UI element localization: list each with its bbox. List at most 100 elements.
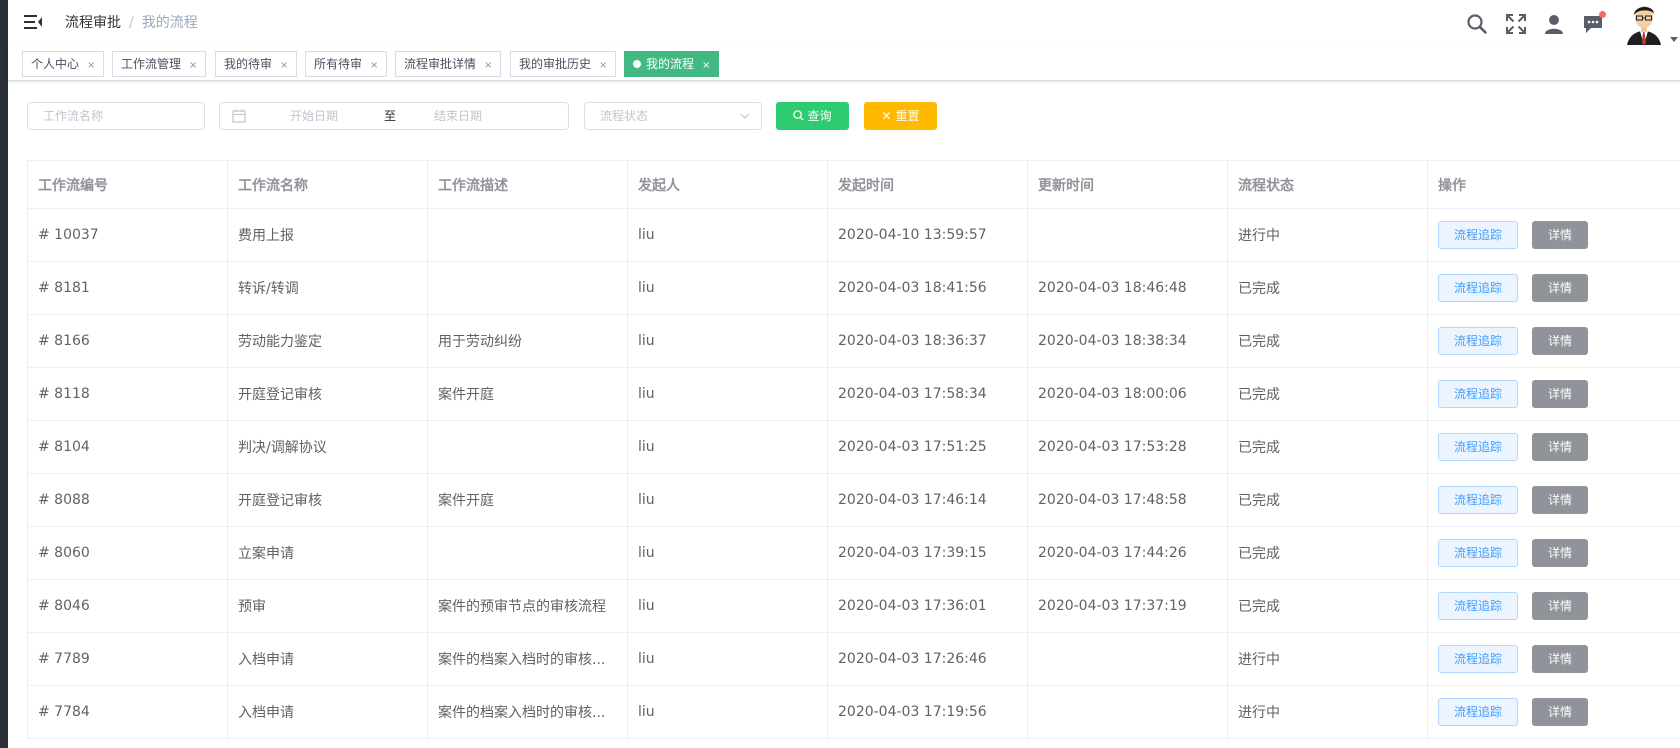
cell-id: # 8046 (27, 579, 228, 633)
cell-status: 已完成 (1227, 579, 1428, 633)
cell-name: 立案申请 (227, 526, 428, 580)
trace-button[interactable]: 流程追踪 (1438, 698, 1518, 726)
cell-status: 进行中 (1227, 208, 1428, 262)
query-button[interactable]: 查询 (776, 102, 849, 130)
tag-workflow-management[interactable]: 工作流管理 × (112, 51, 207, 78)
cell-name: 开庭登记审核 (227, 473, 428, 527)
fullscreen-icon[interactable] (1505, 13, 1527, 35)
avatar[interactable] (1623, 1, 1665, 45)
trace-button[interactable]: 流程追踪 (1438, 274, 1518, 302)
cell-status: 已完成 (1227, 420, 1428, 474)
table-row: # 7789 入档申请 案件的档案入档时的审核... liu 2020-04-03 17… (27, 632, 1680, 686)
close-icon[interactable]: × (370, 54, 378, 78)
trace-button[interactable]: 流程追踪 (1438, 592, 1518, 620)
trace-button[interactable]: 流程追踪 (1438, 645, 1518, 673)
cell-id: # 10037 (27, 208, 228, 262)
detail-button[interactable]: 详情 (1532, 327, 1588, 355)
breadcrumb-item-approval[interactable]: 流程审批 (65, 15, 121, 31)
cell-update-time: 2020-04-03 17:53:28 (1027, 420, 1228, 474)
detail-button[interactable]: 详情 (1532, 433, 1588, 461)
cell-description (427, 261, 628, 315)
user-icon[interactable] (1543, 13, 1565, 35)
close-icon[interactable]: × (599, 54, 607, 78)
chevron-down-icon[interactable] (1670, 28, 1678, 42)
trace-button[interactable]: 流程追踪 (1438, 327, 1518, 355)
column-header-initiator[interactable]: 发起人 (627, 160, 828, 209)
detail-button[interactable]: 详情 (1532, 380, 1588, 408)
cell-update-time: 2020-04-03 17:37:19 (1027, 579, 1228, 633)
cell-status: 已完成 (1227, 261, 1428, 315)
tag-my-pending[interactable]: 我的待审 × (215, 51, 298, 78)
search-icon[interactable] (1466, 13, 1488, 35)
column-header-start-time[interactable]: 发起时间 (827, 160, 1028, 209)
cell-description: 案件开庭 (427, 473, 628, 527)
tag-personal-center[interactable]: 个人中心 × (22, 51, 105, 78)
table-header-row: 工作流编号 工作流名称 工作流描述 发起人 发起时间 更新时间 流程状态 操作 (27, 160, 1680, 209)
detail-button[interactable]: 详情 (1532, 274, 1588, 302)
table-row: # 8104 判决/调解协议 liu 2020-04-03 17:51:25 2020-… (27, 420, 1680, 474)
detail-button[interactable]: 详情 (1532, 221, 1588, 249)
trace-button[interactable]: 流程追踪 (1438, 486, 1518, 514)
chevron-down-icon (739, 103, 751, 129)
cell-initiator: liu (627, 314, 828, 368)
close-icon[interactable]: × (280, 54, 288, 78)
cell-update-time: 2020-04-03 18:00:06 (1027, 367, 1228, 421)
cell-start-time: 2020-04-03 17:51:25 (827, 420, 1028, 474)
column-header-actions: 操作 (1427, 160, 1680, 209)
reset-button-label: 重置 (895, 109, 920, 123)
cell-start-time: 2020-04-03 17:19:56 (827, 685, 1028, 739)
cell-initiator: liu (627, 208, 828, 262)
cell-initiator: liu (627, 473, 828, 527)
close-icon[interactable]: × (484, 54, 492, 78)
column-header-update-time[interactable]: 更新时间 (1027, 160, 1228, 209)
cell-status: 进行中 (1227, 685, 1428, 739)
cell-start-time: 2020-04-03 17:39:15 (827, 526, 1028, 580)
detail-button[interactable]: 详情 (1532, 539, 1588, 567)
main-container: 流程审批 / 我的流程 个人中心 × 工作流管理 × 我的待审 × 所有待审 ×… (8, 0, 1680, 748)
close-icon[interactable]: × (87, 54, 95, 78)
reset-button[interactable]: ✕ 重置 (864, 102, 937, 130)
detail-button[interactable]: 详情 (1532, 645, 1588, 673)
detail-button[interactable]: 详情 (1532, 592, 1588, 620)
cell-start-time: 2020-04-03 17:46:14 (827, 473, 1028, 527)
close-icon[interactable]: × (702, 54, 710, 78)
tag-label: 流程审批详情 (404, 57, 477, 71)
cell-id: # 8166 (27, 314, 228, 368)
tag-approval-detail[interactable]: 流程审批详情 × (395, 51, 502, 78)
cell-description (427, 420, 628, 474)
workflow-name-input[interactable]: 工作流名称 (27, 102, 205, 130)
hamburger-icon[interactable] (23, 12, 43, 32)
tags-view: 个人中心 × 工作流管理 × 我的待审 × 所有待审 × 流程审批详情 × 我的审批历史 ×… (8, 47, 1680, 81)
trace-button[interactable]: 流程追踪 (1438, 433, 1518, 461)
column-header-name[interactable]: 工作流名称 (227, 160, 428, 209)
cell-id: # 8181 (27, 261, 228, 315)
trace-button[interactable]: 流程追踪 (1438, 221, 1518, 249)
trace-button[interactable]: 流程追踪 (1438, 380, 1518, 408)
cell-initiator: liu (627, 579, 828, 633)
tag-label: 我的流程 (646, 57, 695, 71)
cell-actions: 流程追踪 详情 (1427, 314, 1680, 368)
cell-id: # 7784 (27, 685, 228, 739)
detail-button[interactable]: 详情 (1532, 698, 1588, 726)
close-icon[interactable]: × (189, 54, 197, 78)
table-row: # 8088 开庭登记审核 案件开庭 liu 2020-04-03 17:46:14 20… (27, 473, 1680, 527)
tag-approval-history[interactable]: 我的审批历史 × (510, 51, 617, 78)
search-icon (793, 110, 805, 121)
message-icon[interactable] (1582, 11, 1606, 35)
cell-initiator: liu (627, 632, 828, 686)
cell-name: 劳动能力鉴定 (227, 314, 428, 368)
column-header-status[interactable]: 流程状态 (1227, 160, 1428, 209)
tag-my-workflow[interactable]: 我的流程 × (624, 51, 720, 78)
cell-description (427, 208, 628, 262)
trace-button[interactable]: 流程追踪 (1438, 539, 1518, 567)
cell-initiator: liu (627, 685, 828, 739)
status-select[interactable]: 流程状态 (584, 102, 762, 130)
column-header-description[interactable]: 工作流描述 (427, 160, 628, 209)
date-range-picker[interactable]: 开始日期 至 结束日期 (219, 102, 569, 130)
sidebar-edge (0, 0, 8, 748)
tag-label: 我的审批历史 (519, 57, 592, 71)
tag-all-pending[interactable]: 所有待审 × (305, 51, 388, 78)
detail-button[interactable]: 详情 (1532, 486, 1588, 514)
column-header-id[interactable]: 工作流编号 (27, 160, 228, 209)
cell-start-time: 2020-04-03 17:58:34 (827, 367, 1028, 421)
